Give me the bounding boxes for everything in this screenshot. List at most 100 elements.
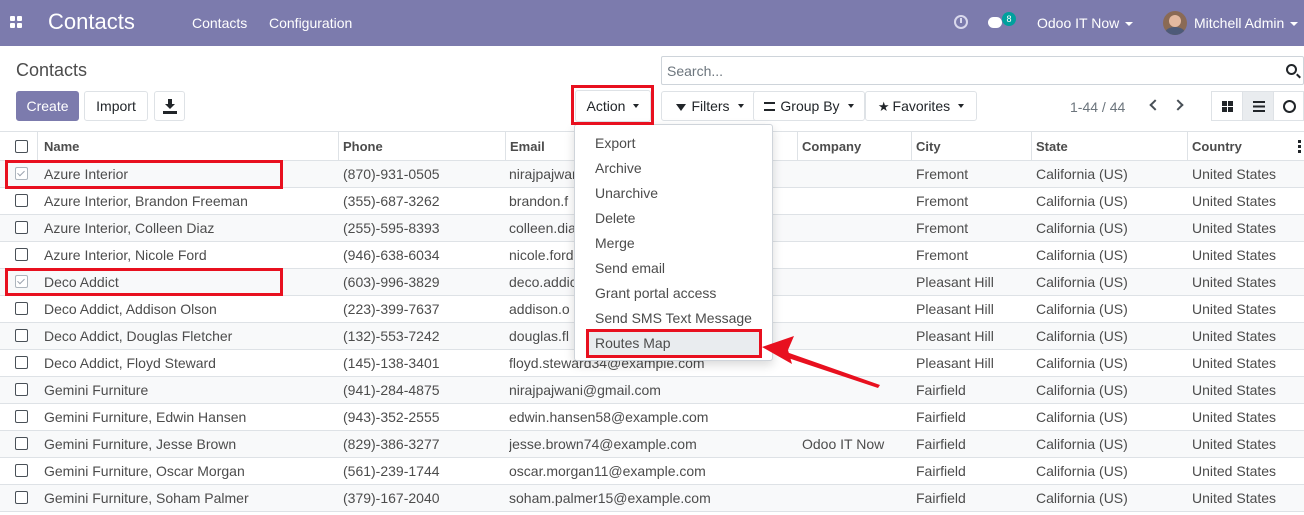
optional-columns-icon[interactable]	[1298, 140, 1301, 153]
cell-email: oscar.morgan11@example.com	[509, 463, 706, 479]
search-icon[interactable]	[1286, 64, 1297, 75]
row-checkbox[interactable]	[15, 194, 28, 207]
row-deco-highlight	[5, 268, 283, 296]
row-checkbox[interactable]	[15, 356, 28, 369]
cell-phone: (943)-352-2555	[343, 409, 440, 425]
user-menu[interactable]: Mitchell Admin	[1194, 15, 1299, 31]
cell-state: California (US)	[1036, 436, 1128, 452]
create-button[interactable]: Create	[16, 91, 79, 121]
cell-company: Odoo IT Now	[802, 436, 885, 452]
cell-country: United States	[1192, 166, 1277, 182]
chevron-left-icon[interactable]	[1149, 99, 1161, 111]
menu-item-delete[interactable]: Delete	[595, 210, 635, 226]
list-view-button[interactable]	[1242, 91, 1274, 121]
cell-email: jesse.brown74@example.com	[509, 436, 697, 452]
column-city[interactable]: City	[916, 139, 941, 154]
clock-icon	[1283, 100, 1296, 113]
cell-name: Deco Addict, Douglas Fletcher	[44, 328, 233, 344]
search-input[interactable]	[667, 62, 1267, 80]
kanban-view-button[interactable]	[1211, 91, 1243, 121]
activity-view-button[interactable]	[1273, 91, 1304, 121]
download-button[interactable]	[154, 91, 185, 121]
chat-icon[interactable]	[988, 17, 1002, 28]
menu-item-merge[interactable]: Merge	[595, 235, 635, 251]
row-azure-highlight	[5, 160, 283, 189]
import-button[interactable]: Import	[84, 91, 148, 121]
select-all-checkbox[interactable]	[15, 140, 28, 153]
company-switcher[interactable]: Odoo IT Now	[1037, 15, 1134, 31]
cell-country: United States	[1192, 193, 1277, 209]
breadcrumb: Contacts	[16, 60, 88, 80]
clock-icon[interactable]	[954, 15, 968, 29]
search-bar[interactable]	[661, 56, 1304, 85]
menu-item-send-sms-text-message[interactable]: Send SMS Text Message	[595, 310, 752, 326]
cell-city: Fairfield	[916, 463, 966, 479]
menu-item-archive[interactable]: Archive	[595, 160, 642, 176]
table-row[interactable]: Gemini Furniture (941)-284-4875 nirajpajwa…	[0, 377, 1304, 404]
group-by-button[interactable]: Group By	[753, 91, 865, 121]
row-checkbox[interactable]	[15, 491, 28, 504]
column-name[interactable]: Name	[44, 139, 79, 154]
cell-name: Gemini Furniture, Soham Palmer	[44, 490, 249, 506]
group-by-label: Group By	[780, 98, 840, 114]
menu-item-export[interactable]: Export	[595, 135, 635, 151]
column-company[interactable]: Company	[802, 139, 861, 154]
chevron-right-icon[interactable]	[1172, 99, 1184, 111]
company-name: Odoo IT Now	[1037, 15, 1120, 31]
menu-contacts[interactable]: Contacts	[192, 15, 247, 31]
cell-phone: (255)-595-8393	[343, 220, 440, 236]
menu-item-grant-portal-access[interactable]: Grant portal access	[595, 285, 716, 301]
row-checkbox[interactable]	[15, 302, 28, 315]
table-row[interactable]: Gemini Furniture, Soham Palmer (379)-167-…	[0, 485, 1304, 512]
cell-state: California (US)	[1036, 274, 1128, 290]
list-icon	[764, 101, 776, 111]
cell-country: United States	[1192, 328, 1277, 344]
cell-country: United States	[1192, 409, 1277, 425]
row-checkbox[interactable]	[15, 329, 28, 342]
menu-item-unarchive[interactable]: Unarchive	[595, 185, 658, 201]
cell-country: United States	[1192, 301, 1277, 317]
cell-state: California (US)	[1036, 193, 1128, 209]
cell-phone: (223)-399-7637	[343, 301, 440, 317]
cell-email: edwin.hansen58@example.com	[509, 409, 709, 425]
cell-name: Gemini Furniture, Oscar Morgan	[44, 463, 245, 479]
cell-phone: (941)-284-4875	[343, 382, 440, 398]
cell-country: United States	[1192, 436, 1277, 452]
menu-item-send-email[interactable]: Send email	[595, 260, 665, 276]
row-checkbox[interactable]	[15, 464, 28, 477]
table-row[interactable]: Gemini Furniture, Oscar Morgan (561)-239-…	[0, 458, 1304, 485]
cell-phone: (603)-996-3829	[343, 274, 440, 290]
filters-label: Filters	[691, 98, 730, 114]
favorites-label: Favorites	[892, 98, 951, 114]
cell-country: United States	[1192, 247, 1277, 263]
menu-configuration[interactable]: Configuration	[269, 15, 352, 31]
row-checkbox[interactable]	[15, 410, 28, 423]
row-checkbox[interactable]	[15, 248, 28, 261]
cell-name: Gemini Furniture, Edwin Hansen	[44, 409, 247, 425]
cell-city: Fairfield	[916, 490, 966, 506]
cell-name: Azure Interior, Brandon Freeman	[44, 193, 248, 209]
cell-city: Pleasant Hill	[916, 301, 994, 317]
column-country[interactable]: Country	[1192, 139, 1242, 154]
user-avatar[interactable]	[1163, 11, 1187, 35]
column-phone[interactable]: Phone	[343, 139, 383, 154]
cell-name: Azure Interior, Colleen Diaz	[44, 220, 215, 236]
cell-name: Deco Addict, Floyd Steward	[44, 355, 216, 371]
cell-city: Fairfield	[916, 436, 966, 452]
row-checkbox[interactable]	[15, 437, 28, 450]
cell-country: United States	[1192, 274, 1277, 290]
apps-menu-icon[interactable]	[10, 16, 23, 29]
pager-value[interactable]: 1-44 / 44	[1070, 99, 1125, 115]
filters-button[interactable]: Filters	[661, 91, 759, 121]
list-view-icon	[1253, 101, 1265, 112]
action-button-highlight	[571, 85, 654, 125]
table-row[interactable]: Gemini Furniture, Jesse Brown (829)-386-3…	[0, 431, 1304, 458]
table-row[interactable]: Gemini Furniture, Edwin Hansen (943)-352-…	[0, 404, 1304, 431]
app-title[interactable]: Contacts	[48, 9, 135, 35]
favorites-button[interactable]: ★ Favorites	[865, 91, 977, 121]
row-checkbox[interactable]	[15, 221, 28, 234]
row-checkbox[interactable]	[15, 383, 28, 396]
column-email[interactable]: Email	[510, 139, 545, 154]
column-state[interactable]: State	[1036, 139, 1068, 154]
cell-name: Deco Addict, Addison Olson	[44, 301, 217, 317]
